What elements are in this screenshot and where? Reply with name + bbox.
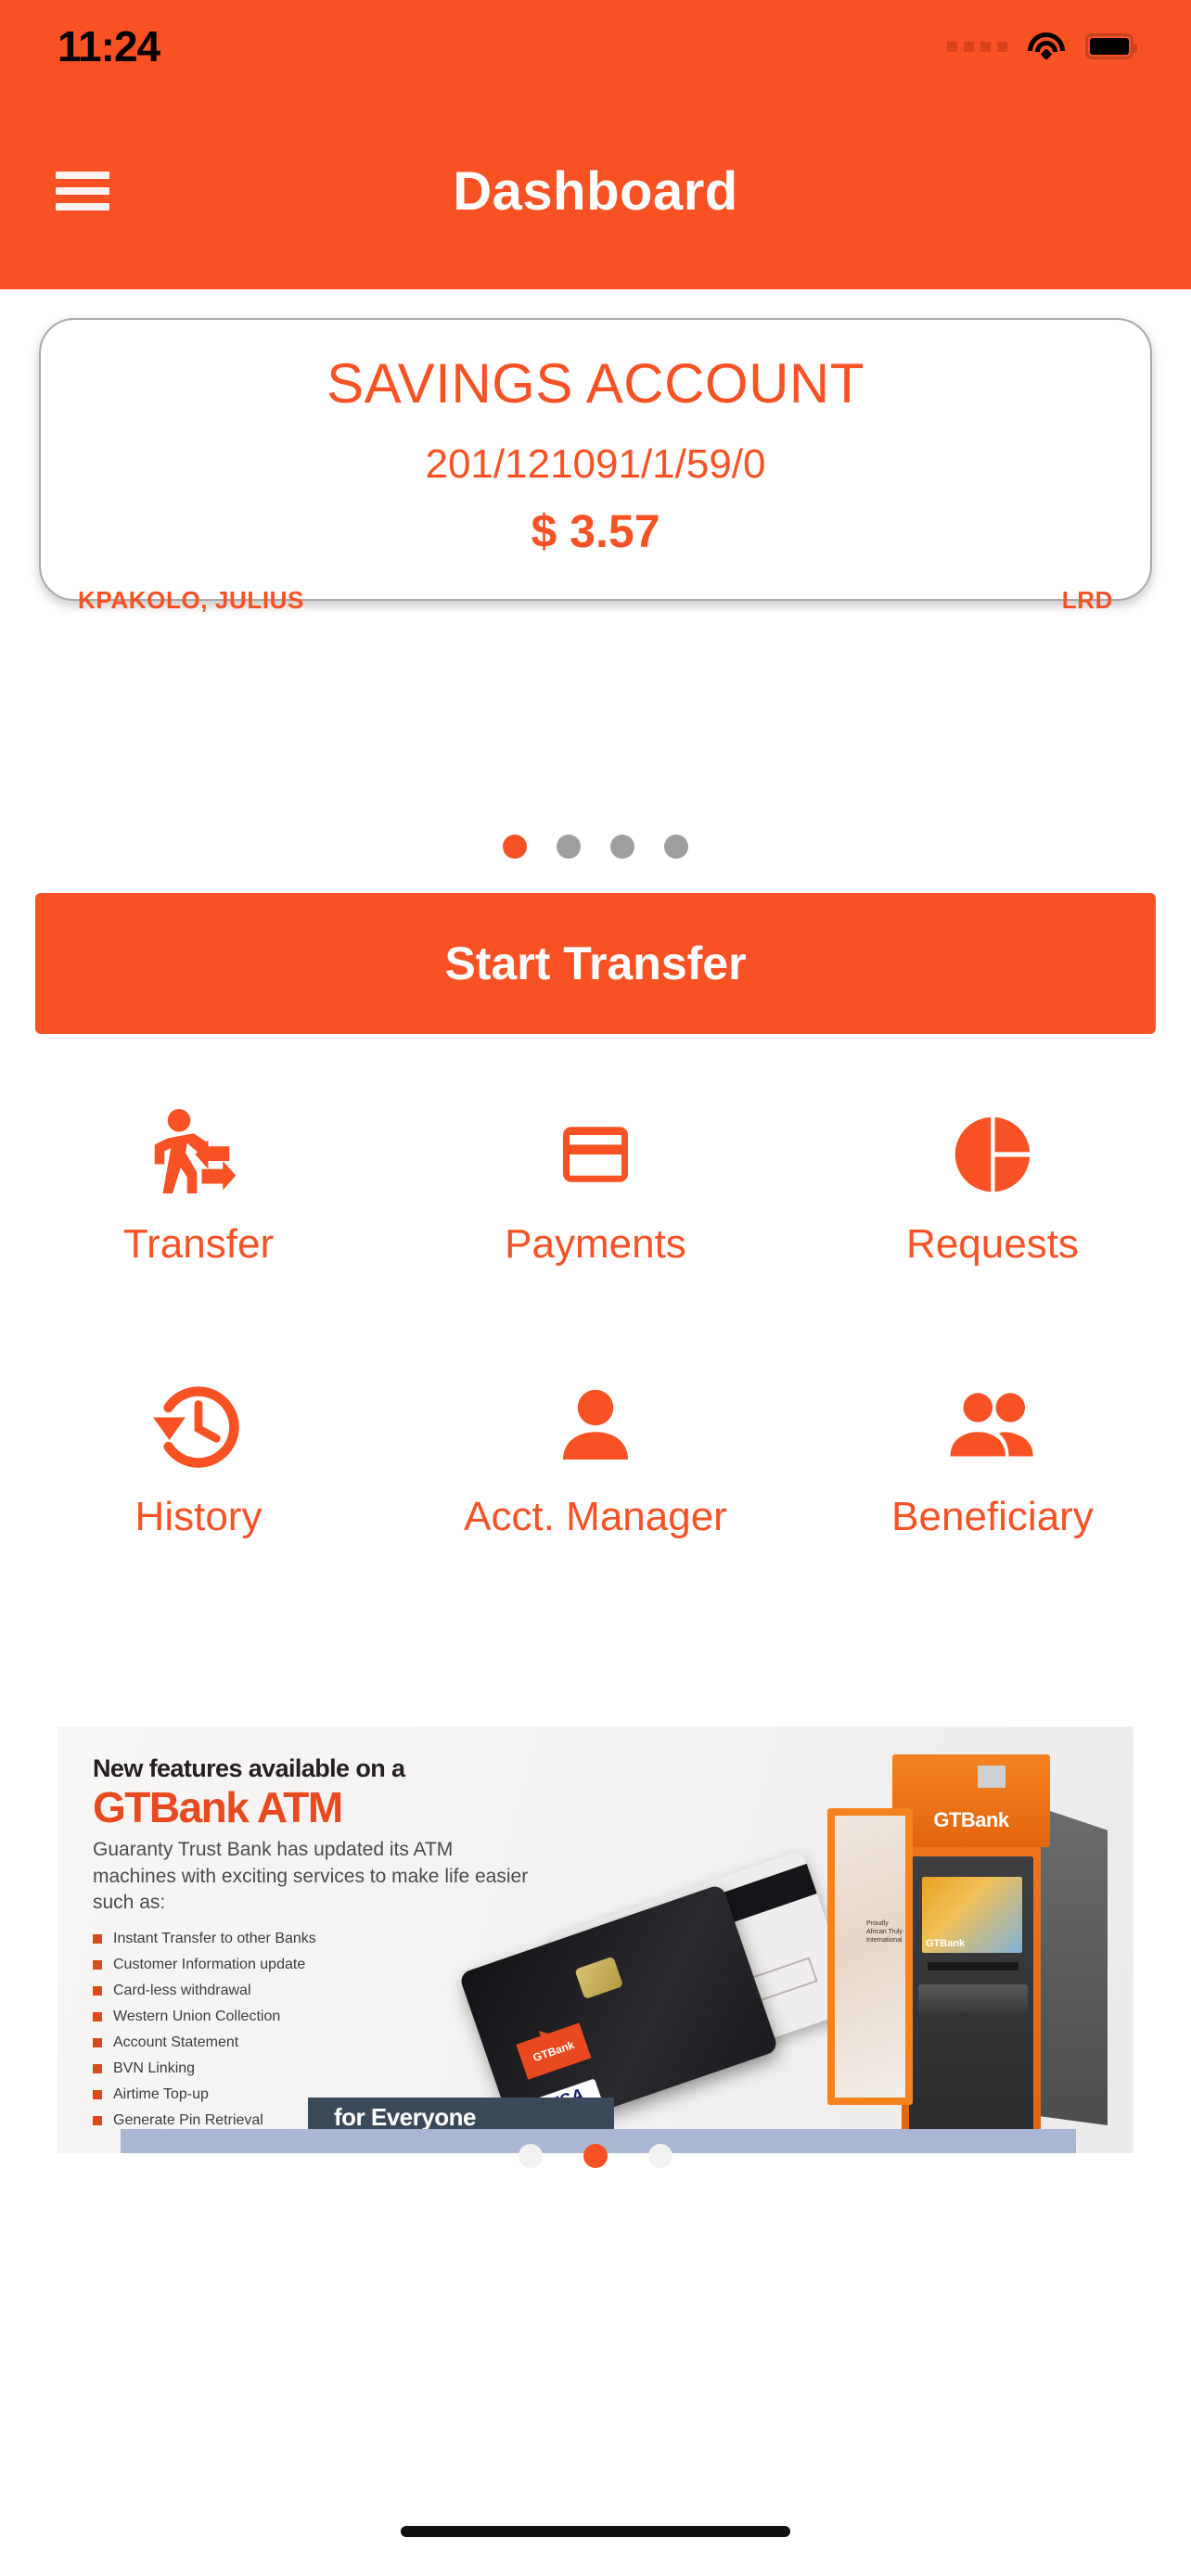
account-card[interactable]: SAVINGS ACCOUNT 201/121091/1/59/0 $ 3.57…: [39, 318, 1152, 614]
clock-rotate-left-icon: [147, 1371, 250, 1483]
quick-action-acct-manager[interactable]: Acct. Manager: [397, 1371, 794, 1540]
promo-headline-small: New features available on a: [93, 1754, 405, 1782]
promo-bank-cards-image: GTBank VISA: [458, 1849, 869, 2141]
carousel-dot[interactable]: [503, 835, 527, 859]
card-bank-logo: GTBank: [516, 2022, 592, 2080]
app-header: Dashboard: [0, 93, 1191, 289]
app-screen: 11:24 Dashboard SAVINGS ACCOUNT 201/1210…: [0, 0, 1191, 2576]
atm-door-panel: Proudly African Truly International: [827, 1808, 913, 2105]
promo-feature-item: BVN Linking: [93, 2060, 538, 2077]
quick-action-transfer[interactable]: Transfer: [0, 1099, 397, 1268]
carousel-dot[interactable]: [664, 835, 688, 859]
atm-brand-label: GTBank: [933, 1808, 1009, 1831]
person-icon: [544, 1371, 647, 1483]
home-indicator[interactable]: [401, 2526, 790, 2537]
quick-action-requests[interactable]: Requests: [794, 1099, 1191, 1268]
signal-dots-icon: [947, 41, 1007, 52]
quick-action-label: History: [134, 1494, 263, 1539]
wifi-icon: [1028, 32, 1065, 60]
promo-text-block: New features available on a GTBank ATM G…: [93, 1754, 538, 2138]
promo-feature-item: Instant Transfer to other Banks: [93, 1931, 538, 1947]
quick-action-label: Beneficiary: [891, 1494, 1094, 1539]
carousel-dot[interactable]: [557, 835, 581, 859]
promo-carousel-dot[interactable]: [519, 2144, 543, 2168]
person-transfer-arrows-icon: [147, 1099, 250, 1210]
card-carousel-dots[interactable]: [0, 835, 1191, 859]
battery-full-icon: [1085, 33, 1137, 59]
promo-feature-item: Account Statement: [93, 2034, 538, 2051]
pie-circle-icon: [941, 1099, 1044, 1210]
status-bar-clock: 11:24: [58, 22, 160, 70]
account-balance: $ 3.57: [531, 505, 660, 557]
promo-carousel-dots[interactable]: [0, 2144, 1191, 2168]
quick-action-beneficiary[interactable]: Beneficiary: [794, 1371, 1191, 1540]
start-transfer-button[interactable]: Start Transfer: [35, 893, 1156, 1034]
quick-action-label: Acct. Manager: [464, 1494, 727, 1539]
account-number: 201/121091/1/59/0: [425, 441, 766, 487]
account-card-footer: KPAKOLO, JULIUS LRD: [78, 586, 1113, 615]
promo-subtitle: Guaranty Trust Bank has updated its ATM …: [93, 1839, 529, 1913]
card-chip-icon: [574, 1956, 624, 2000]
atm-screen-brand: GTBank: [926, 1938, 966, 1949]
quick-action-label: Transfer: [122, 1221, 275, 1267]
quick-action-payments[interactable]: Payments: [397, 1099, 794, 1268]
atm-door-text: Proudly African Truly International: [866, 1920, 903, 1945]
people-group-icon: [941, 1371, 1044, 1483]
promo-carousel-dot[interactable]: [648, 2144, 672, 2168]
hamburger-menu-icon[interactable]: [56, 172, 109, 210]
account-type: SAVINGS ACCOUNT: [327, 352, 864, 414]
quick-actions-grid: Transfer Payments Requests History Acct.…: [0, 1099, 1191, 1540]
status-bar: 11:24: [0, 0, 1191, 93]
page-title: Dashboard: [453, 160, 738, 222]
promo-banner[interactable]: New features available on a GTBank ATM G…: [58, 1727, 1133, 2153]
quick-actions-row: History Acct. Manager Beneficiary: [0, 1371, 1191, 1540]
account-currency: LRD: [1061, 586, 1113, 614]
quick-action-label: Payments: [505, 1221, 686, 1267]
status-bar-indicators: [947, 32, 1137, 60]
quick-action-history[interactable]: History: [0, 1371, 397, 1540]
atm-screen: GTBank: [922, 1877, 1022, 1953]
promo-carousel-dot[interactable]: [583, 2144, 608, 2168]
promo-atm-image: GTBank GTBank Proudly African Truly Inte…: [827, 1747, 1108, 2136]
quick-action-label: Requests: [906, 1221, 1079, 1267]
credit-card-icon: [544, 1099, 647, 1210]
account-holder-name: KPAKOLO, JULIUS: [78, 586, 304, 614]
atm-header-panel: GTBank: [892, 1754, 1050, 1847]
carousel-dot[interactable]: [610, 835, 634, 859]
promo-headline-big: GTBank ATM: [93, 1783, 343, 1831]
quick-actions-row: Transfer Payments Requests: [0, 1099, 1191, 1268]
